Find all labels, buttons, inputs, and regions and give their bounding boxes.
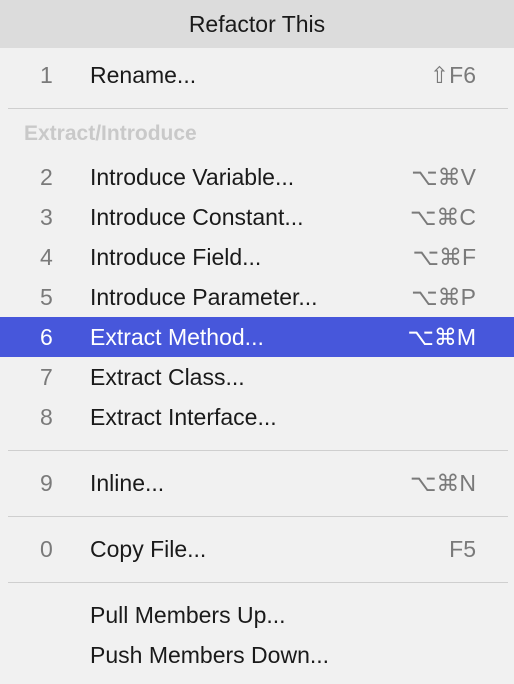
- menu-item-shortcut: ⌥⌘N: [409, 469, 476, 496]
- menu-item-shortcut: ⌥⌘P: [411, 283, 476, 310]
- refactor-this-popup: Refactor This 1 Rename... ⇧F6 Extract/In…: [0, 0, 514, 684]
- menu-item-number: 2: [40, 163, 53, 190]
- menu-item-introduce-parameter[interactable]: 5 Introduce Parameter... ⌥⌘P: [0, 277, 514, 317]
- menu-separator: [8, 582, 508, 583]
- group-header-extract-introduce: Extract/Introduce: [24, 122, 197, 145]
- menu-item-label: Introduce Field...: [90, 243, 262, 270]
- menu-item-label: Introduce Variable...: [90, 163, 295, 190]
- menu-separator: [8, 450, 508, 451]
- menu-item-number: 0: [40, 535, 53, 562]
- menu-item-shortcut: ⇧F6: [429, 61, 476, 88]
- menu-item-copy-file[interactable]: 0 Copy File... F5: [0, 529, 514, 569]
- menu-item-label: Extract Interface...: [90, 403, 277, 430]
- menu-item-label: Push Members Down...: [90, 641, 330, 668]
- menu-item-number: 6: [40, 323, 53, 350]
- menu-item-number: 5: [40, 283, 53, 310]
- menu-item-pull-members-up[interactable]: Pull Members Up...: [0, 595, 514, 635]
- menu-item-shortcut: ⌥⌘V: [411, 163, 476, 190]
- menu-item-rename[interactable]: 1 Rename... ⇧F6: [0, 55, 514, 95]
- menu-item-number: 1: [40, 61, 53, 88]
- menu-item-label: Copy File...: [90, 535, 207, 562]
- menu-item-introduce-field[interactable]: 4 Introduce Field... ⌥⌘F: [0, 237, 514, 277]
- menu-separator: [8, 516, 508, 517]
- menu-item-number: 3: [40, 203, 53, 230]
- menu-item-shortcut: ⌥⌘F: [412, 243, 476, 270]
- popup-title: Refactor This: [0, 0, 514, 48]
- menu-item-label: Extract Class...: [90, 363, 245, 390]
- menu-item-extract-method[interactable]: 6 Extract Method... ⌥⌘M: [0, 317, 514, 357]
- menu-item-shortcut: ⌥⌘M: [407, 323, 476, 350]
- menu-item-label: Introduce Parameter...: [90, 283, 318, 310]
- menu-item-label: Pull Members Up...: [90, 601, 286, 628]
- menu-item-inline[interactable]: 9 Inline... ⌥⌘N: [0, 463, 514, 503]
- menu-item-extract-class[interactable]: 7 Extract Class...: [0, 357, 514, 397]
- menu-item-number: 7: [40, 363, 53, 390]
- menu-item-introduce-constant[interactable]: 3 Introduce Constant... ⌥⌘C: [0, 197, 514, 237]
- menu-item-shortcut: ⌥⌘C: [409, 203, 476, 230]
- menu-item-label: Introduce Constant...: [90, 203, 304, 230]
- menu-item-number: 8: [40, 403, 53, 430]
- menu-item-label: Inline...: [90, 469, 165, 496]
- menu-item-label: Rename...: [90, 61, 197, 88]
- menu-item-number: 9: [40, 469, 53, 496]
- menu-item-shortcut: F5: [449, 535, 476, 562]
- menu-item-label: Extract Method...: [90, 323, 264, 350]
- menu-item-introduce-variable[interactable]: 2 Introduce Variable... ⌥⌘V: [0, 157, 514, 197]
- menu-item-extract-interface[interactable]: 8 Extract Interface...: [0, 397, 514, 437]
- menu-separator: [8, 108, 508, 109]
- menu-item-number: 4: [40, 243, 53, 270]
- menu-item-push-members-down[interactable]: Push Members Down...: [0, 635, 514, 675]
